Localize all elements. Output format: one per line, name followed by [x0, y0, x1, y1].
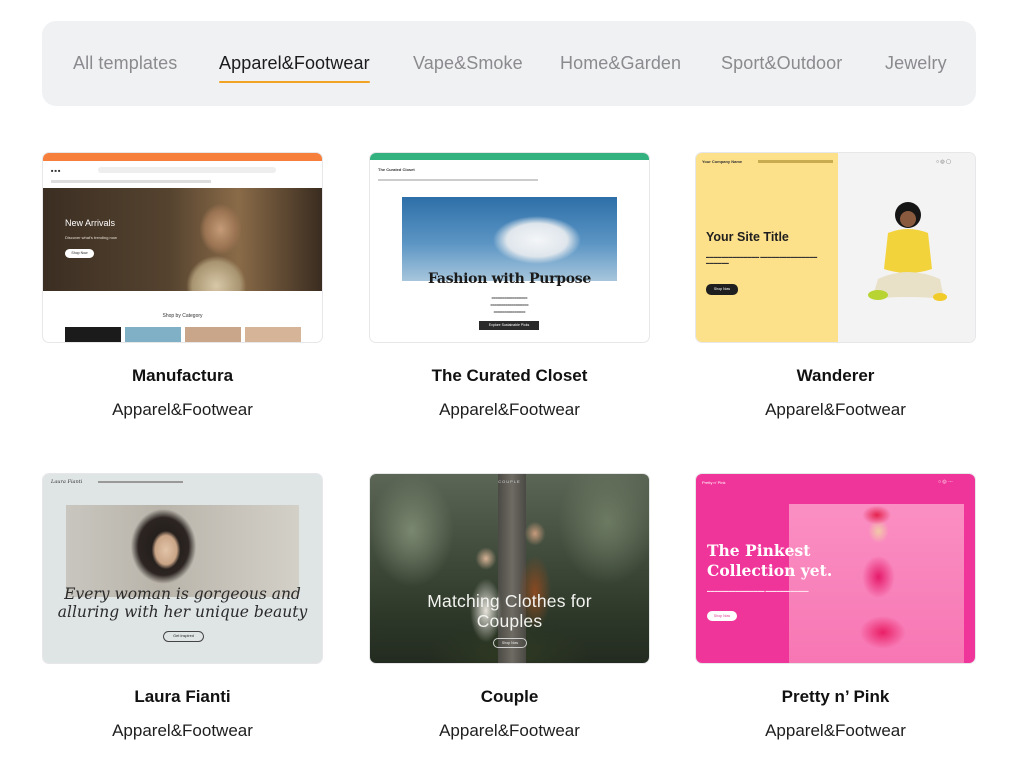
template-card-couple[interactable]: COUPLE Matching Clothes for Couples Shop… — [369, 473, 650, 740]
preview-nav — [378, 179, 538, 181]
template-card-manufactura[interactable]: ■ ■ ■ New Arrivals Discover what's trend… — [42, 152, 323, 419]
preview-category-tile — [65, 327, 121, 342]
preview-announcement-bar — [43, 153, 322, 161]
preview-section-title: Shop by Category — [162, 313, 203, 319]
preview-logo: Pretty n' Pink — [702, 480, 726, 485]
template-category: Apparel&Footwear — [112, 721, 253, 740]
preview-paragraph: ▬▬▬▬▬▬▬▬▬▬▬▬▬▬▬ — [493, 310, 526, 314]
tab-apparel-footwear[interactable]: Apparel&Footwear — [219, 53, 370, 83]
template-card-curated-closet[interactable]: The Curated Closet Fashion with Purpose … — [369, 152, 650, 419]
preview-hero-photo — [66, 505, 299, 597]
preview-cta-button: Explore Sustainable Picks — [479, 321, 539, 330]
preview-title-line: The Pinkest — [707, 541, 811, 560]
preview-hero-title: New Arrivals — [65, 218, 116, 228]
template-preview-image[interactable]: Pretty n' Pink ○ ◎ ⋯ The Pinkest Collect… — [695, 473, 976, 664]
template-name: Pretty n’ Pink — [781, 687, 890, 706]
preview-headline: Fashion with Purpose — [428, 271, 591, 287]
preview-paragraph: ▬▬▬▬▬▬▬▬▬▬▬▬▬▬▬▬▬▬ — [490, 303, 529, 307]
template-preview-image[interactable]: ■ ■ ■ New Arrivals Discover what's trend… — [42, 152, 323, 343]
preview-header-icons: ○ ◎ ⋯ — [938, 479, 954, 485]
template-name: Manufactura — [131, 366, 234, 385]
preview-model-face — [146, 525, 186, 575]
tab-home-garden[interactable]: Home&Garden — [560, 53, 681, 74]
preview-logo: Laura Fianti — [51, 479, 83, 485]
preview-shop-button: Shop Now — [706, 284, 738, 295]
preview-category-tile — [185, 327, 241, 342]
preview-quote-line: Every woman is gorgeous and — [64, 585, 301, 603]
preview-model-illustration — [868, 202, 947, 301]
preview-logo: COUPLE — [498, 479, 521, 484]
template-preview-image[interactable]: Laura Fianti Every woman is gorgeous and… — [42, 473, 323, 664]
template-name: Wanderer — [796, 366, 875, 385]
preview-hero-subtitle: Discover what's trending now — [65, 235, 117, 240]
preview-headline-line: Couples — [476, 611, 543, 631]
tab-vape-smoke[interactable]: Vape&Smoke — [413, 53, 523, 74]
preview-paragraph: ▬▬▬▬▬▬▬▬▬▬▬▬▬▬▬▬ ▬▬▬▬▬▬▬▬▬▬▬▬ — [707, 589, 809, 593]
template-category: Apparel&Footwear — [439, 400, 580, 419]
preview-logo: ■ ■ ■ — [51, 168, 61, 173]
preview-site-title: Your Site Title — [706, 230, 789, 244]
preview-search — [98, 167, 276, 173]
preview-category-tile — [245, 327, 301, 342]
preview-inspired-button: Get Inspired — [163, 631, 204, 642]
preview-title: The Pinkest Collection yet. — [707, 541, 832, 581]
active-tab-underline — [219, 81, 370, 83]
preview-nav — [758, 160, 833, 163]
preview-logo: The Curated Closet — [378, 167, 415, 172]
preview-nav — [51, 180, 211, 183]
template-card-pretty-n-pink[interactable]: Pretty n' Pink ○ ◎ ⋯ The Pinkest Collect… — [695, 473, 976, 740]
template-name: Laura Fianti — [134, 687, 231, 706]
template-preview-image[interactable]: The Curated Closet Fashion with Purpose … — [369, 152, 650, 343]
template-card-wanderer[interactable]: Your Company Name Your Site Title ▬▬▬▬▬▬… — [695, 152, 976, 419]
preview-announcement-bar — [370, 153, 649, 160]
preview-model — [836, 502, 921, 663]
tab-all-templates[interactable]: All templates — [73, 53, 177, 74]
preview-category-tile — [125, 327, 181, 342]
preview-shop-button: Shop Now — [707, 611, 737, 621]
preview-quote: Every woman is gorgeous and alluring wit… — [43, 585, 322, 621]
preview-nav — [98, 481, 183, 483]
preview-headline-line: Matching Clothes for — [427, 591, 592, 611]
preview-title-line: Collection yet. — [707, 561, 833, 580]
template-category: Apparel&Footwear — [112, 400, 253, 419]
tab-sport-outdoor[interactable]: Sport&Outdoor — [721, 53, 842, 74]
template-category: Apparel&Footwear — [765, 400, 906, 419]
preview-photo: ○ ◎ ▢ — [838, 153, 975, 342]
template-name: The Curated Closet — [431, 366, 588, 385]
template-preview-image[interactable]: Your Company Name Your Site Title ▬▬▬▬▬▬… — [695, 152, 976, 343]
preview-left-panel: Your Company Name Your Site Title ▬▬▬▬▬▬… — [696, 153, 838, 342]
preview-headline: Matching Clothes for Couples — [370, 591, 649, 631]
preview-hero-button: Shop Now — [65, 249, 94, 258]
preview-logo: Your Company Name — [702, 159, 743, 164]
preview-shop-button: Shop Now — [493, 638, 527, 648]
template-name: Couple — [480, 687, 539, 706]
category-tab-bar: All templates Apparel&Footwear Vape&Smok… — [42, 21, 976, 106]
preview-hero: New Arrivals Discover what's trending no… — [43, 188, 322, 291]
preview-hero-fabric — [477, 205, 597, 275]
preview-paragraph: ▬▬▬▬▬▬▬▬▬▬▬▬▬▬▬▬▬ — [491, 296, 528, 300]
preview-header-icons: ○ ◎ ▢ — [936, 159, 951, 165]
template-card-laura-fianti[interactable]: Laura Fianti Every woman is gorgeous and… — [42, 473, 323, 740]
template-category: Apparel&Footwear — [765, 721, 906, 740]
tab-jewelry[interactable]: Jewelry — [885, 53, 947, 74]
template-preview-image[interactable]: COUPLE Matching Clothes for Couples Shop… — [369, 473, 650, 664]
preview-quote-line: alluring with her unique beauty — [57, 603, 308, 621]
preview-paragraph: ▬▬▬▬▬▬▬▬▬▬▬▬▬▬ ▬▬▬▬▬▬▬▬▬▬▬▬▬▬▬ ▬▬▬▬▬▬ — [706, 255, 818, 265]
preview-hero-model — [178, 188, 263, 291]
preview-hero — [402, 197, 617, 281]
template-category: Apparel&Footwear — [439, 721, 580, 740]
